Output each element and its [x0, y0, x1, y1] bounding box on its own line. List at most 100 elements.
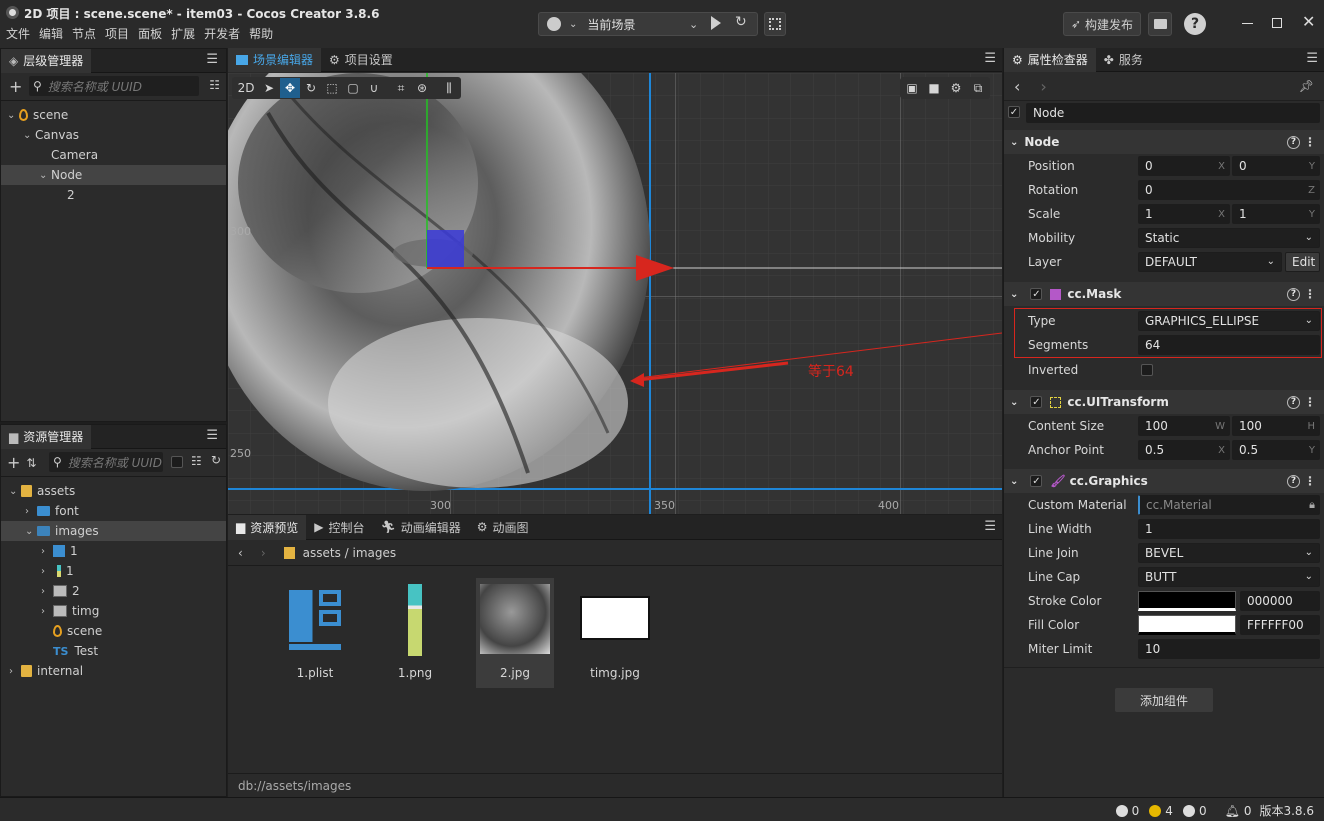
tree-row-scene[interactable]: ⌄ scene	[1, 105, 226, 125]
more-icon[interactable]: ⋮	[1304, 395, 1316, 409]
list-icon[interactable]: ☷	[191, 454, 202, 468]
tab-inspector[interactable]: ⚙ 属性检查器	[1004, 47, 1096, 72]
tree-row-1[interactable]: › 1	[1, 561, 226, 581]
tree-row-test[interactable]: TS Test	[1, 641, 226, 661]
chevron-down-icon[interactable]: ⌄	[39, 170, 51, 181]
breadcrumb[interactable]: assets / images	[303, 546, 397, 560]
menu-panel[interactable]: 面板	[138, 25, 162, 42]
menu-file[interactable]: 文件	[6, 25, 30, 42]
miter-limit-input[interactable]: 10	[1138, 639, 1320, 659]
chevron-right-icon[interactable]: ›	[41, 586, 53, 597]
panel-menu-icon[interactable]: ☰	[984, 519, 996, 534]
sort-icon[interactable]: ⇅	[26, 456, 36, 470]
rotate-tool-icon[interactable]: ↻	[301, 78, 321, 98]
tree-row-2[interactable]: › 2	[1, 581, 226, 601]
forward-icon[interactable]: ›	[1040, 77, 1046, 96]
mask-type-select[interactable]: GRAPHICS_ELLIPSE ⌄	[1138, 311, 1320, 331]
asset-tile-1-plist[interactable]: 1.plist	[276, 578, 354, 688]
line-cap-select[interactable]: BUTT ⌄	[1138, 567, 1320, 587]
more-icon[interactable]: ⋮	[1304, 474, 1316, 488]
gear-icon[interactable]: ⚙	[946, 78, 966, 98]
anchor-x-input[interactable]: 0.5 X	[1138, 440, 1230, 460]
folder-button[interactable]	[1148, 12, 1172, 36]
sort-icon[interactable]: ☷	[209, 78, 220, 92]
tab-console[interactable]: ▶ 控制台	[306, 515, 372, 539]
refresh-icon[interactable]: ↻	[735, 14, 747, 30]
uitransform-section-header[interactable]: ⌄ ✓ cc.UITransform ? ⋮	[1004, 390, 1324, 414]
tree-row-assets[interactable]: ⌄ assets	[1, 481, 226, 501]
node-active-checkbox[interactable]: ✓	[1008, 106, 1020, 118]
forward-icon[interactable]: ›	[261, 546, 266, 560]
menu-node[interactable]: 节点	[72, 25, 96, 42]
chevron-right-icon[interactable]: ›	[25, 506, 37, 517]
asset-tile-2-jpg[interactable]: 2.jpg	[476, 578, 554, 688]
position-x-input[interactable]: 0X	[1138, 156, 1230, 176]
tab-project-settings[interactable]: ⚙ 项目设置	[321, 48, 401, 72]
add-component-button[interactable]: 添加组件	[1115, 688, 1213, 712]
scene-view-icon[interactable]: ⧉	[968, 78, 988, 98]
mobility-select[interactable]: Static ⌄	[1138, 228, 1320, 248]
anchor-y-input[interactable]: 0.5 Y	[1232, 440, 1320, 460]
tree-row-2[interactable]: 2	[1, 185, 226, 205]
menu-edit[interactable]: 编辑	[39, 25, 63, 42]
mask-section-header[interactable]: ⌄ ✓ cc.Mask ? ⋮	[1004, 282, 1324, 306]
uitransform-enabled-checkbox[interactable]: ✓	[1030, 396, 1043, 408]
align-tool-icon[interactable]: ⫼	[439, 78, 459, 98]
asset-tile-1-png[interactable]: 1.png	[376, 578, 454, 688]
menu-project[interactable]: 项目	[105, 25, 129, 42]
chevron-right-icon[interactable]: ›	[41, 606, 53, 617]
asset-tile-timg-jpg[interactable]: timg.jpg	[576, 578, 654, 688]
panel-menu-icon[interactable]: ☰	[1306, 51, 1318, 66]
tree-row-internal[interactable]: › internal	[1, 661, 226, 681]
tree-row-font[interactable]: › font	[1, 501, 226, 521]
tab-animation-editor[interactable]: 🏃︎ 动画编辑器	[373, 515, 469, 539]
refresh-icon[interactable]: ↻	[211, 453, 221, 467]
tree-row-timg[interactable]: › timg	[1, 601, 226, 621]
chevron-right-icon[interactable]: ›	[41, 566, 53, 577]
panel-menu-icon[interactable]: ☰	[206, 52, 218, 67]
error-icon[interactable]	[1182, 804, 1195, 817]
mask-inverted-checkbox[interactable]	[1141, 364, 1153, 376]
mask-segments-input[interactable]: 64	[1138, 335, 1320, 355]
tree-row-camera[interactable]: Camera	[1, 145, 226, 165]
custom-material-input[interactable]: cc.Material 🔒︎	[1138, 495, 1320, 515]
minimize-icon[interactable]	[1242, 23, 1253, 24]
stroke-color-swatch[interactable]	[1138, 591, 1236, 611]
add-asset-icon[interactable]: +	[7, 453, 20, 472]
close-icon[interactable]: ✕	[1302, 12, 1315, 31]
scale-x-input[interactable]: 1X	[1138, 204, 1230, 224]
qrcode-button[interactable]	[764, 12, 786, 36]
line-join-select[interactable]: BEVEL ⌄	[1138, 543, 1320, 563]
content-height-input[interactable]: 100 H	[1232, 416, 1320, 436]
rect-tool-icon[interactable]: ▢	[343, 78, 363, 98]
chevron-down-icon[interactable]: ⌄	[7, 110, 19, 121]
play-button[interactable]	[711, 16, 721, 30]
stroke-color-input[interactable]: 000000	[1240, 591, 1320, 611]
content-width-input[interactable]: 100 W	[1138, 416, 1230, 436]
mask-enabled-checkbox[interactable]: ✓	[1030, 288, 1043, 300]
camera-icon[interactable]: ■	[924, 78, 944, 98]
more-icon[interactable]: ⋮	[1304, 135, 1316, 149]
scale-y-input[interactable]: 1Y	[1232, 204, 1320, 224]
pin-icon[interactable]: 📌︎	[1299, 79, 1314, 93]
assets-search-input[interactable]: ⚲ 搜索名称或 UUID	[49, 452, 163, 472]
help-icon[interactable]: ?	[1287, 135, 1300, 149]
help-button[interactable]: ?	[1184, 13, 1206, 35]
line-width-input[interactable]: 1	[1138, 519, 1320, 539]
help-icon[interactable]: ?	[1287, 395, 1300, 409]
scene-viewport[interactable]: 300 250 300 350 400 等于64 2D ➤ ✥ ↻ ⬚ ▢ ∪ …	[228, 73, 1002, 514]
filter-checkbox[interactable]	[171, 456, 183, 468]
move-tool-icon[interactable]: ✥	[280, 78, 300, 98]
chevron-down-icon[interactable]: ⌄	[25, 526, 37, 537]
tree-row-scene[interactable]: scene	[1, 621, 226, 641]
tree-row-images[interactable]: ⌄ images	[1, 521, 226, 541]
tab-asset-preview[interactable]: ▆ 资源预览	[228, 514, 307, 540]
help-icon[interactable]: ?	[1287, 287, 1300, 301]
tab-scene-editor[interactable]: 场景编辑器	[228, 47, 322, 72]
node-section-header[interactable]: ⌄ Node ? ⋮	[1004, 130, 1324, 154]
layer-edit-button[interactable]: Edit	[1285, 252, 1320, 272]
panel-menu-icon[interactable]: ☰	[206, 428, 218, 443]
fill-color-input[interactable]: FFFFFF00	[1240, 615, 1320, 635]
hierarchy-search-input[interactable]: ⚲ 搜索名称或 UUID	[29, 76, 199, 96]
tab-services[interactable]: ✤ 服务	[1096, 48, 1151, 72]
